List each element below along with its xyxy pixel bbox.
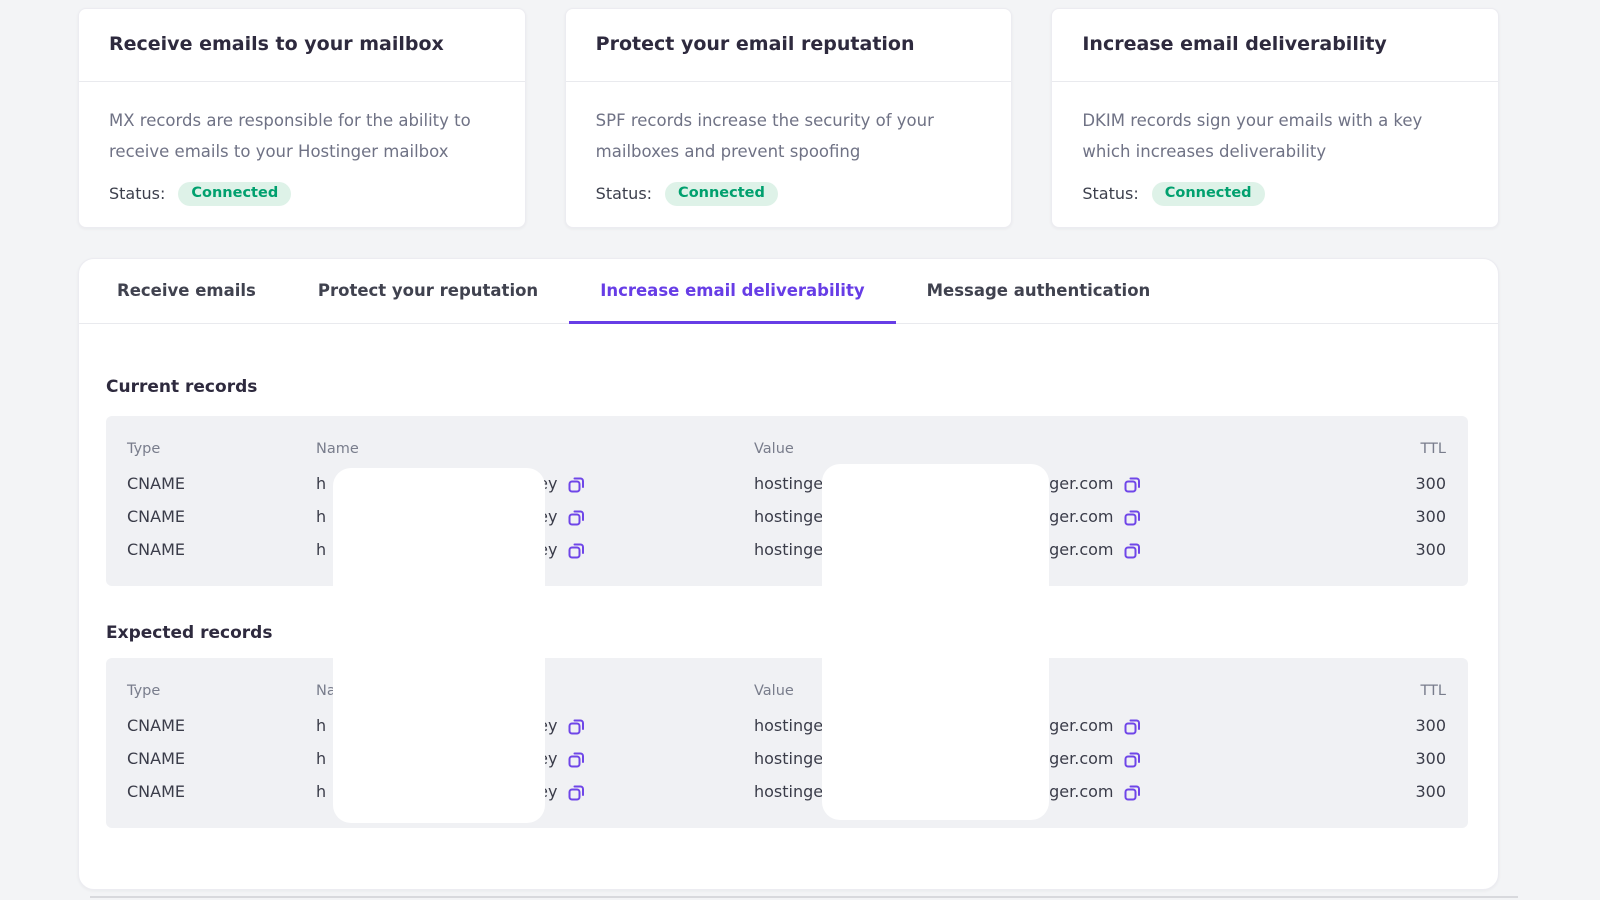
record-value-suffix: ger.com: [1049, 540, 1113, 559]
column-header-ttl: TTL: [1366, 441, 1446, 457]
record-ttl: 300: [1366, 540, 1446, 559]
copy-icon[interactable]: [1123, 716, 1143, 736]
record-type: CNAME: [127, 716, 316, 735]
status-badge: Connected: [178, 182, 291, 206]
record-ttl: 300: [1366, 474, 1446, 493]
table-row: CNAME h ey hostinge ger.com 300: [127, 500, 1446, 533]
tab-increase-deliverability[interactable]: Increase email deliverability: [569, 259, 895, 324]
record-name-prefix: h: [316, 507, 326, 526]
record-type: CNAME: [127, 474, 316, 493]
status-row: Status: Connected: [596, 182, 982, 206]
record-type: CNAME: [127, 540, 316, 559]
current-records-table: Type Name Value TTL CNAME h ey hostinge: [106, 416, 1468, 586]
status-badge: Connected: [1152, 182, 1265, 206]
status-label: Status:: [596, 184, 652, 203]
copy-icon[interactable]: [1123, 749, 1143, 769]
record-value-prefix: hostinge: [754, 749, 823, 768]
record-value-suffix: ger.com: [1049, 507, 1113, 526]
copy-icon[interactable]: [1123, 540, 1143, 560]
copy-icon[interactable]: [566, 507, 586, 527]
record-name-prefix: h: [316, 474, 326, 493]
status-badge: Connected: [665, 182, 778, 206]
card-description: DKIM records sign your emails with a key…: [1082, 105, 1468, 167]
copy-icon[interactable]: [566, 540, 586, 560]
record-value-suffix: ger.com: [1049, 716, 1113, 735]
tab-message-authentication[interactable]: Message authentication: [896, 259, 1182, 324]
copy-icon[interactable]: [1123, 782, 1143, 802]
card-title: Protect your email reputation: [566, 9, 1012, 81]
record-value-prefix: hostinge: [754, 716, 823, 735]
record-ttl: 300: [1366, 507, 1446, 526]
summary-card-receive-emails: Receive emails to your mailbox MX record…: [78, 8, 526, 228]
card-title: Receive emails to your mailbox: [79, 9, 525, 81]
card-body: SPF records increase the security of you…: [566, 82, 1012, 206]
record-ttl: 300: [1366, 782, 1446, 801]
record-value-prefix: hostinge: [754, 474, 823, 493]
card-description: MX records are responsible for the abili…: [109, 105, 495, 167]
copy-icon[interactable]: [1123, 507, 1143, 527]
card-description: SPF records increase the security of you…: [596, 105, 982, 167]
status-label: Status:: [1082, 184, 1138, 203]
email-dns-settings-page: Receive emails to your mailbox MX record…: [0, 0, 1600, 900]
expected-records-table: Type Name Value TTL CNAME h ey hostinge: [106, 658, 1468, 828]
tab-protect-reputation[interactable]: Protect your reputation: [287, 259, 569, 324]
record-type: CNAME: [127, 749, 316, 768]
record-value-suffix: ger.com: [1049, 474, 1113, 493]
status-label: Status:: [109, 184, 165, 203]
table-row: CNAME h ey hostinge ger.com 300: [127, 742, 1446, 775]
redaction-overlay-value: [822, 464, 1049, 820]
record-type: CNAME: [127, 507, 316, 526]
copy-icon[interactable]: [566, 782, 586, 802]
table-header-row: Type Name Value TTL: [127, 441, 1446, 457]
summary-card-email-reputation: Protect your email reputation SPF record…: [565, 8, 1013, 228]
record-type: CNAME: [127, 782, 316, 801]
record-name-prefix: h: [316, 540, 326, 559]
status-row: Status: Connected: [1082, 182, 1468, 206]
record-name-prefix: h: [316, 716, 326, 735]
record-ttl: 300: [1366, 749, 1446, 768]
copy-icon[interactable]: [1123, 474, 1143, 494]
current-records-heading: Current records: [106, 377, 1468, 399]
record-value-prefix: hostinge: [754, 507, 823, 526]
table-row: CNAME h ey hostinge ger.com 300: [127, 467, 1446, 500]
summary-cards-row: Receive emails to your mailbox MX record…: [78, 8, 1499, 228]
copy-icon[interactable]: [566, 749, 586, 769]
card-body: DKIM records sign your emails with a key…: [1052, 82, 1498, 206]
tab-bar: Receive emails Protect your reputation I…: [79, 259, 1498, 324]
table-row: CNAME h ey hostinge ger.com 300: [127, 533, 1446, 566]
column-header-type: Type: [127, 683, 316, 699]
column-header-type: Type: [127, 441, 316, 457]
card-body: MX records are responsible for the abili…: [79, 82, 525, 206]
copy-icon[interactable]: [566, 474, 586, 494]
column-header-ttl: TTL: [1366, 683, 1446, 699]
records-panel: Receive emails Protect your reputation I…: [78, 258, 1499, 890]
tab-receive-emails[interactable]: Receive emails: [86, 259, 287, 324]
record-value-suffix: ger.com: [1049, 749, 1113, 768]
record-name-prefix: h: [316, 782, 326, 801]
card-title: Increase email deliverability: [1052, 9, 1498, 81]
redaction-overlay-name: [333, 468, 545, 823]
status-row: Status: Connected: [109, 182, 495, 206]
table-header-row: Type Name Value TTL: [127, 683, 1446, 699]
record-value-prefix: hostinge: [754, 540, 823, 559]
record-ttl: 300: [1366, 716, 1446, 735]
record-value-prefix: hostinge: [754, 782, 823, 801]
column-header-value: Value: [754, 441, 1366, 457]
table-row: CNAME h ey hostinge ger.com 300: [127, 775, 1446, 808]
expected-records-heading: Expected records: [106, 623, 1468, 645]
column-header-name: Name: [316, 441, 754, 457]
record-name-prefix: h: [316, 749, 326, 768]
copy-icon[interactable]: [566, 716, 586, 736]
record-value-suffix: ger.com: [1049, 782, 1113, 801]
summary-card-email-deliverability: Increase email deliverability DKIM recor…: [1051, 8, 1499, 228]
table-row: CNAME h ey hostinge ger.com 300: [127, 709, 1446, 742]
tab-panel-content: Current records Type Name Value TTL CNAM…: [79, 377, 1498, 828]
bottom-divider: [90, 896, 1518, 898]
